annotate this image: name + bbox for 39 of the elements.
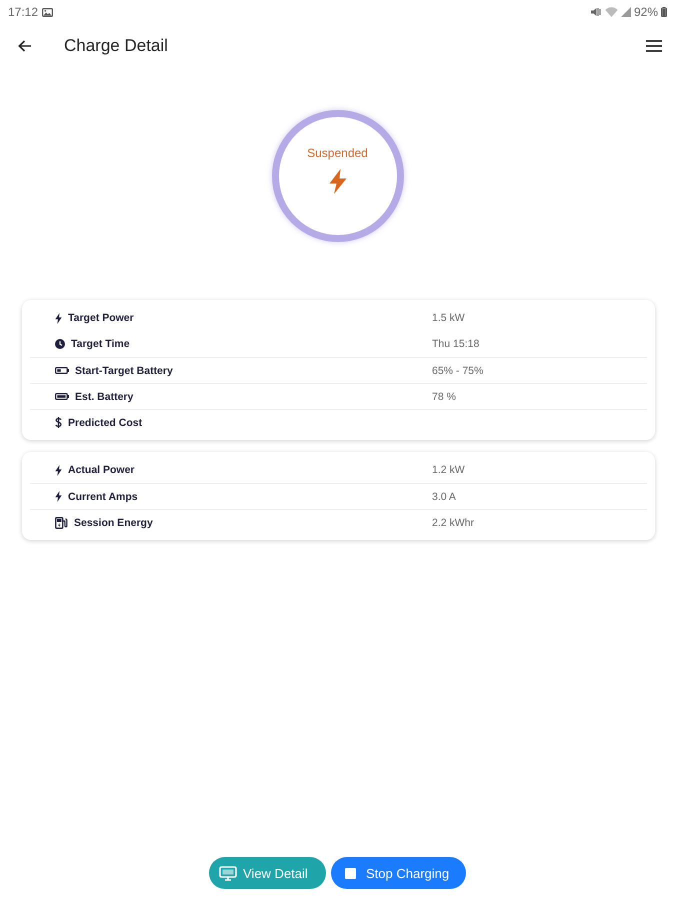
row-label: Session Energy: [74, 516, 153, 528]
clock-icon: [55, 339, 65, 349]
back-icon[interactable]: [18, 40, 32, 52]
battery-icon: [55, 393, 69, 400]
battery-percent: 92%: [634, 5, 658, 19]
row-value: 2.2 kWhr: [432, 516, 474, 528]
battery-icon: [55, 367, 69, 374]
page-title: Charge Detail: [64, 36, 169, 56]
row-label: Current Amps: [68, 490, 138, 502]
status-time: 17:12: [8, 5, 38, 19]
signal-icon: [620, 7, 631, 17]
menu-icon[interactable]: [646, 40, 662, 52]
bolt-icon: [55, 464, 62, 476]
row-label: Target Power: [68, 312, 134, 324]
row-label: Start-Target Battery: [75, 364, 173, 376]
image-icon: [42, 8, 54, 16]
stop-icon: [345, 868, 356, 878]
row-value: 65% - 75%: [432, 364, 484, 376]
status-label: Suspended: [307, 146, 368, 160]
battery-icon: [661, 7, 667, 17]
monitor-icon: [219, 866, 237, 880]
mute-icon: [590, 7, 602, 17]
stop-charging-button[interactable]: Stop Charging: [331, 857, 466, 889]
row-value: 78 %: [432, 390, 456, 402]
bolt-icon: [328, 169, 346, 194]
fuel-pump-icon: [55, 516, 68, 528]
row-value: 1.5 kW: [432, 312, 465, 324]
row-value: 3.0 A: [432, 490, 456, 502]
view-detail-button[interactable]: View Detail: [209, 857, 326, 889]
row-value: 1.2 kW: [432, 464, 465, 476]
row-label: Est. Battery: [75, 390, 134, 402]
bolt-icon: [55, 312, 62, 324]
row-label: Actual Power: [68, 464, 135, 476]
wifi-icon: [604, 7, 618, 17]
bolt-icon: [55, 491, 62, 502]
row-label: Predicted Cost: [68, 416, 142, 428]
row-value: Thu 15:18: [432, 338, 480, 350]
dollar-icon: [55, 417, 62, 428]
row-label: Target Time: [71, 338, 130, 350]
